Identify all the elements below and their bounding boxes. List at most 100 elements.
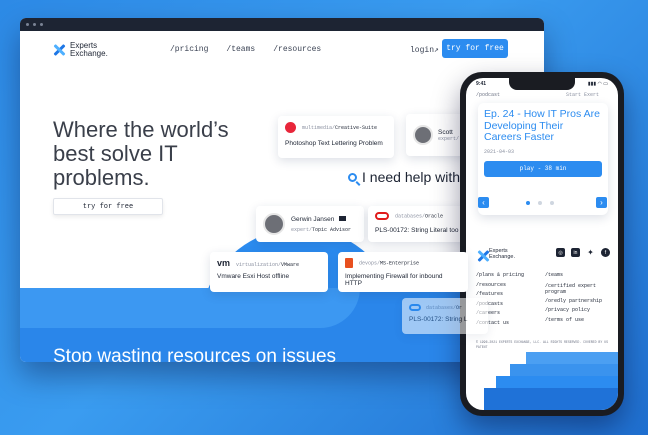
- footer-link[interactable]: /certified expert program: [545, 283, 610, 295]
- footer-links: /plans & pricing /resources /features /p…: [476, 271, 610, 328]
- hero-line: problems.: [53, 165, 150, 190]
- hero-line: Where the world’s: [53, 117, 229, 142]
- footer-decoration: [466, 352, 618, 410]
- expert-role: expert/Topic Advisor: [291, 227, 351, 233]
- card-tag: databases/Or: [409, 304, 481, 311]
- help-text: I need help with...: [362, 169, 472, 185]
- card-subcategory: MS-Enterprise: [380, 260, 420, 267]
- phone-screen: 9:41 ▮▮▮ ◠ ▭ /podcast Start Exert Ep. 24…: [466, 78, 618, 410]
- question-card[interactable]: multimedia/Creative-Suite Photoshop Text…: [278, 116, 394, 158]
- start-link[interactable]: Start Exert: [566, 92, 599, 98]
- footer-link[interactable]: /resources: [476, 281, 541, 291]
- footer-brand-name: Experts Exchange.: [489, 248, 515, 260]
- window-titlebar: [20, 18, 544, 31]
- card-title: PLS-00172: String L: [409, 316, 468, 323]
- card-category: databases/: [426, 304, 457, 311]
- expert-name: Gerwin Jansen: [291, 215, 351, 223]
- expert-card[interactable]: Gerwin Jansen expert/Topic Advisor: [256, 206, 364, 242]
- podcast-card[interactable]: Ep. 24 - How IT Pros Are Developing Thei…: [478, 103, 608, 215]
- footer-link[interactable]: /plans & pricing: [476, 271, 541, 281]
- footer-link[interactable]: /terms of use: [545, 316, 610, 326]
- carousel-dot[interactable]: [538, 201, 542, 205]
- question-card[interactable]: devops/MS-Enterprise Implementing Firewa…: [338, 252, 468, 292]
- nav-links: /pricing /teams /resources: [170, 45, 321, 54]
- stair-step: [484, 388, 618, 410]
- try-for-free-hero-button[interactable]: try for free: [53, 198, 163, 215]
- brand-line-2: Exchange.: [70, 49, 108, 58]
- card-tag: devops/MS-Enterprise: [345, 258, 461, 268]
- window-dot[interactable]: [40, 23, 43, 26]
- podcast-section-label: /podcast: [476, 92, 501, 98]
- expert-role: expert/: [438, 135, 460, 142]
- expert-role-value: Topic Advisor: [312, 226, 352, 233]
- carousel-dot[interactable]: [550, 201, 554, 205]
- card-subcategory: Or: [456, 304, 463, 311]
- carousel-dot[interactable]: [526, 201, 530, 205]
- oracle-icon: [409, 304, 421, 311]
- phone-device: 9:41 ▮▮▮ ◠ ▭ /podcast Start Exert Ep. 24…: [460, 72, 624, 416]
- footer-link[interactable]: /teams: [545, 271, 610, 281]
- episode-title[interactable]: Ep. 24 - How IT Pros Are Developing Thei…: [484, 108, 602, 144]
- nav-link-teams[interactable]: /teams: [226, 45, 255, 54]
- play-button[interactable]: play - 38 min: [484, 160, 602, 177]
- expert-name: Scott: [438, 128, 453, 136]
- hero-line: best solve IT: [53, 141, 178, 166]
- status-time: 9:41: [476, 81, 487, 87]
- avatar: [413, 125, 433, 145]
- card-category: databases/: [395, 213, 426, 220]
- hero-blue-shape: [20, 288, 360, 328]
- magnifier-icon: [348, 172, 357, 182]
- top-nav: Experts Exchange. /pricing /teams /resou…: [20, 31, 544, 69]
- brand-line-2: Exchange.: [489, 254, 515, 260]
- card-tag: vm virtualization/VMware: [217, 258, 321, 268]
- twitter-icon[interactable]: ✦: [586, 248, 595, 257]
- card-tag: multimedia/Creative-Suite: [285, 122, 387, 133]
- question-card[interactable]: databases/Or PLS-00172: String L: [402, 298, 488, 334]
- office-icon: [345, 258, 353, 268]
- card-subcategory: VMware: [281, 262, 300, 268]
- facebook-icon[interactable]: f: [601, 248, 610, 257]
- hero-heading: Where the world’s best solve IT problems…: [53, 118, 233, 190]
- card-subcategory: Oracle: [425, 213, 444, 220]
- arrow-left-icon[interactable]: ‹: [478, 197, 489, 208]
- nav-link-resources[interactable]: /resources: [273, 45, 321, 54]
- window-dot[interactable]: [33, 23, 36, 26]
- expert-name-text: Gerwin Jansen: [291, 215, 335, 223]
- card-tag: databases/Oracle: [375, 212, 465, 220]
- expert-role-prefix: expert/: [291, 226, 313, 233]
- episode-date: 2021-04-03: [484, 148, 515, 155]
- footer-link[interactable]: /privacy policy: [545, 306, 610, 316]
- footer-brand-logo[interactable]: Experts Exchange.: [476, 248, 515, 260]
- copyright-text: © 1996-2021 EXPERTS EXCHANGE, LLC. ALL R…: [476, 340, 608, 349]
- avatar: [263, 213, 285, 235]
- card-title: Photoshop Text Lettering Problem: [285, 140, 383, 147]
- card-title: PLS-00172: String Literal too: [375, 227, 459, 234]
- brand-name: Experts Exchange.: [70, 42, 108, 58]
- instagram-icon[interactable]: ◎: [556, 248, 565, 257]
- adobe-icon: [285, 122, 296, 133]
- window-dot[interactable]: [26, 23, 29, 26]
- linkedin-icon[interactable]: in: [571, 248, 580, 257]
- brand-x-icon: [476, 249, 486, 259]
- card-category: devops/: [359, 260, 381, 267]
- card-category: virtualization/: [236, 262, 282, 268]
- social-links: ◎ in ✦ f: [556, 248, 610, 257]
- carousel-dots: [526, 201, 554, 205]
- phone-notch: [509, 78, 575, 90]
- nav-link-pricing[interactable]: /pricing: [170, 45, 208, 54]
- oracle-icon: [375, 212, 389, 220]
- footer-link[interactable]: /oredly partnership: [545, 297, 610, 307]
- try-for-free-header-button[interactable]: try for free: [442, 39, 508, 58]
- card-title: Implementing Firewall for inbound HTTP: [345, 273, 443, 287]
- arrow-right-icon[interactable]: ›: [596, 197, 607, 208]
- brand-x-icon: [52, 43, 66, 57]
- login-link[interactable]: login↗: [410, 45, 439, 55]
- question-card[interactable]: vm virtualization/VMware Vmware Esxi Hos…: [210, 252, 328, 292]
- help-search-prompt[interactable]: I need help with...: [348, 169, 472, 185]
- question-card[interactable]: databases/Oracle PLS-00172: String Liter…: [368, 206, 472, 242]
- signal-battery-icon: ▮▮▮ ◠ ▭: [587, 81, 608, 87]
- card-category: multimedia/: [302, 124, 336, 131]
- brand-logo[interactable]: Experts Exchange.: [52, 42, 108, 58]
- card-title: Vmware Esxi Host offline: [217, 273, 290, 280]
- vmware-icon: vm: [217, 258, 231, 268]
